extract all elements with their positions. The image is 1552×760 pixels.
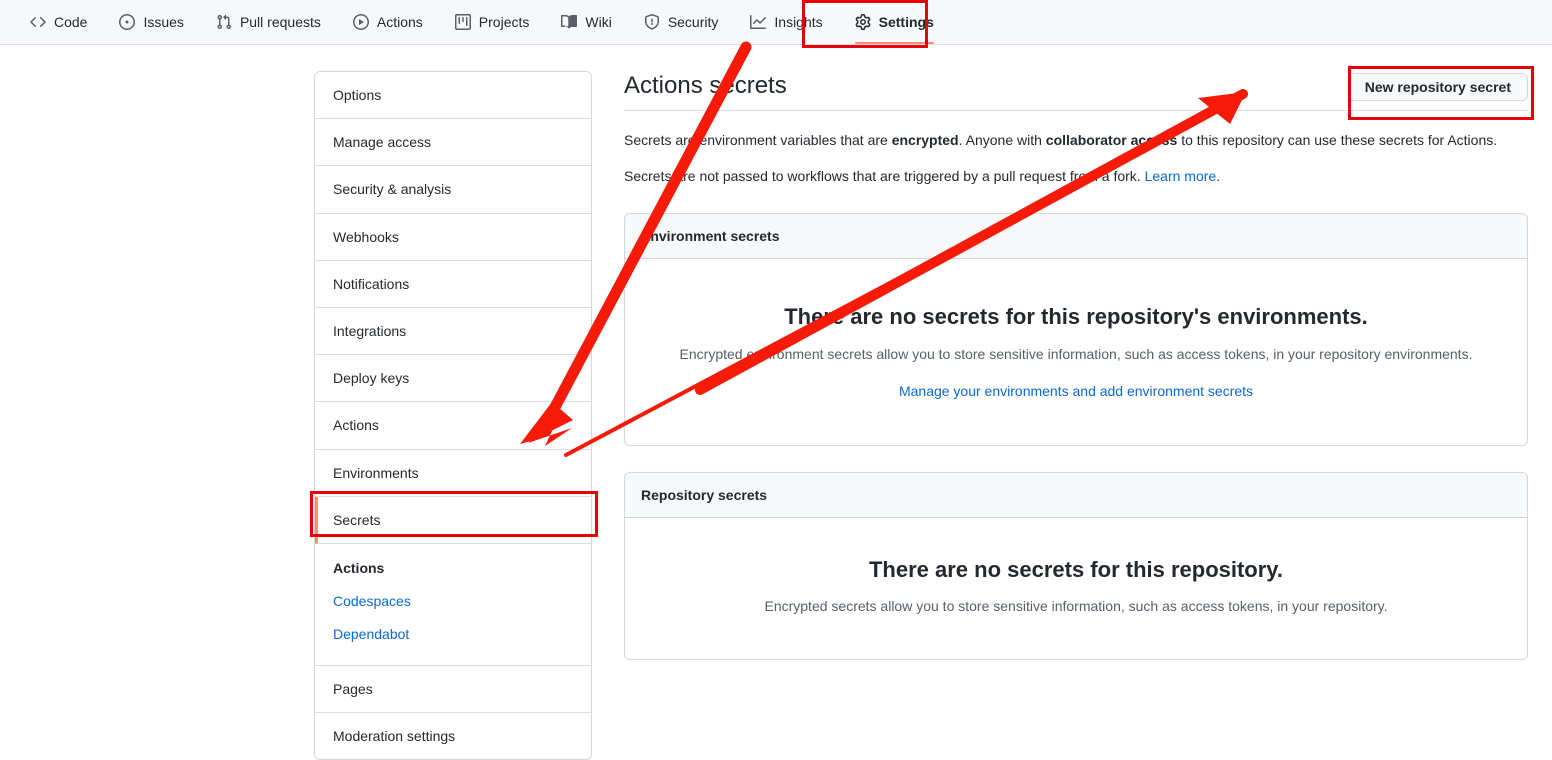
sidebar-item-integrations[interactable]: Integrations xyxy=(315,307,591,356)
nav-tab-code[interactable]: Code xyxy=(14,0,103,44)
sidebar-item-webhooks[interactable]: Webhooks xyxy=(315,213,591,261)
nav-tab-insights[interactable]: Insights xyxy=(734,0,838,44)
nav-tab-label: Pull requests xyxy=(239,14,321,30)
graph-icon xyxy=(750,14,767,30)
sidebar-item-environments[interactable]: Environments xyxy=(315,449,591,497)
sidebar-subitem-codespaces[interactable]: Codespaces xyxy=(333,585,583,618)
desc-text: Secrets are environment variables that a… xyxy=(624,132,892,148)
nav-tab-label: Code xyxy=(54,14,88,30)
gear-icon xyxy=(855,14,871,30)
repository-secrets-blankslate: There are no secrets for this repository… xyxy=(625,518,1527,660)
desc-text: to this repository can use these secrets… xyxy=(1177,132,1498,148)
repository-secrets-empty-title: There are no secrets for this repository… xyxy=(868,556,1284,582)
repository-secrets-header: Repository secrets xyxy=(625,472,1527,518)
sidebar-item-security-analysis[interactable]: Security & analysis xyxy=(315,166,591,214)
sidebar-subitem-actions[interactable]: Actions xyxy=(333,552,583,585)
nav-tab-label: Issues xyxy=(143,14,184,30)
repository-nav: Code Issues Pull requests Actions Projec… xyxy=(0,0,1552,45)
sidebar-subitem-dependabot[interactable]: Dependabot xyxy=(333,618,583,651)
sidebar-item-options[interactable]: Options xyxy=(315,72,591,120)
environment-secrets-header: Environment secrets xyxy=(625,214,1527,259)
play-icon xyxy=(352,14,369,30)
nav-tab-label: Projects xyxy=(478,14,530,30)
nav-tab-pull-requests[interactable]: Pull requests xyxy=(200,0,337,44)
code-icon xyxy=(30,14,46,30)
shield-icon xyxy=(644,14,660,30)
settings-sidebar: Options Manage access Security & analysi… xyxy=(314,71,592,760)
nav-tab-issues[interactable]: Issues xyxy=(103,0,199,44)
sidebar-item-pages[interactable]: Pages xyxy=(315,665,591,713)
desc-text: . Anyone with xyxy=(958,132,1046,148)
nav-tab-label: Insights xyxy=(774,14,823,30)
issue-opened-icon xyxy=(119,14,136,30)
environment-secrets-box: Environment secrets There are no secrets… xyxy=(624,213,1528,446)
nav-tab-wiki[interactable]: Wiki xyxy=(545,0,627,44)
nav-tab-projects[interactable]: Projects xyxy=(439,0,546,44)
environment-secrets-empty-text: Encrypted environment secrets allow you … xyxy=(679,345,1473,362)
nav-tab-actions[interactable]: Actions xyxy=(337,0,439,44)
desc-text: Secrets are not passed to workflows that… xyxy=(624,168,1145,184)
git-pull-request-icon xyxy=(216,14,232,30)
nav-tab-label: Settings xyxy=(878,14,934,30)
desc-bold-collaborator-access: collaborator access xyxy=(1045,132,1178,148)
environment-secrets-empty-title: There are no secrets for this repository… xyxy=(784,304,1368,329)
learn-more-link[interactable]: Learn more xyxy=(1145,168,1217,184)
environment-secrets-blankslate: There are no secrets for this repository… xyxy=(625,259,1527,445)
book-icon xyxy=(561,14,578,30)
settings-page-body: Options Manage access Security & analysi… xyxy=(0,45,1552,760)
sidebar-item-secrets[interactable]: Secrets xyxy=(315,496,591,544)
manage-environments-link[interactable]: Manage your environments and add environ… xyxy=(641,383,1511,399)
nav-tab-label: Wiki xyxy=(585,14,612,30)
nav-tab-settings[interactable]: Settings xyxy=(839,0,950,44)
desc-text: . xyxy=(1216,168,1221,184)
repository-secrets-box: Repository secrets There are no secrets … xyxy=(624,471,1528,661)
main-header: Actions secrets New repository secret xyxy=(624,71,1528,111)
nav-tab-label: Security xyxy=(667,14,719,30)
sidebar-secrets-subnav: Actions Codespaces Dependabot xyxy=(315,544,591,666)
page-title: Actions secrets xyxy=(624,72,787,99)
sidebar-item-notifications[interactable]: Notifications xyxy=(315,260,591,308)
sidebar-item-actions[interactable]: Actions xyxy=(315,402,591,450)
main-content: Actions secrets New repository secret Se… xyxy=(592,71,1528,755)
sidebar-item-moderation-settings[interactable]: Moderation settings xyxy=(315,712,591,759)
sidebar-item-deploy-keys[interactable]: Deploy keys xyxy=(315,355,591,403)
repository-secrets-empty-text: Encrypted secrets allow you to store sen… xyxy=(764,598,1388,615)
new-repository-secret-button[interactable]: New repository secret xyxy=(1347,73,1528,101)
sidebar-item-manage-access[interactable]: Manage access xyxy=(315,119,591,167)
desc-bold-encrypted: encrypted xyxy=(891,132,959,148)
secrets-description-2: Secrets are not passed to workflows that… xyxy=(624,166,1528,187)
nav-tab-label: Actions xyxy=(376,14,423,30)
nav-tab-security[interactable]: Security xyxy=(628,0,735,44)
project-icon xyxy=(454,14,471,30)
secrets-description-1: Secrets are environment variables that a… xyxy=(624,130,1528,151)
